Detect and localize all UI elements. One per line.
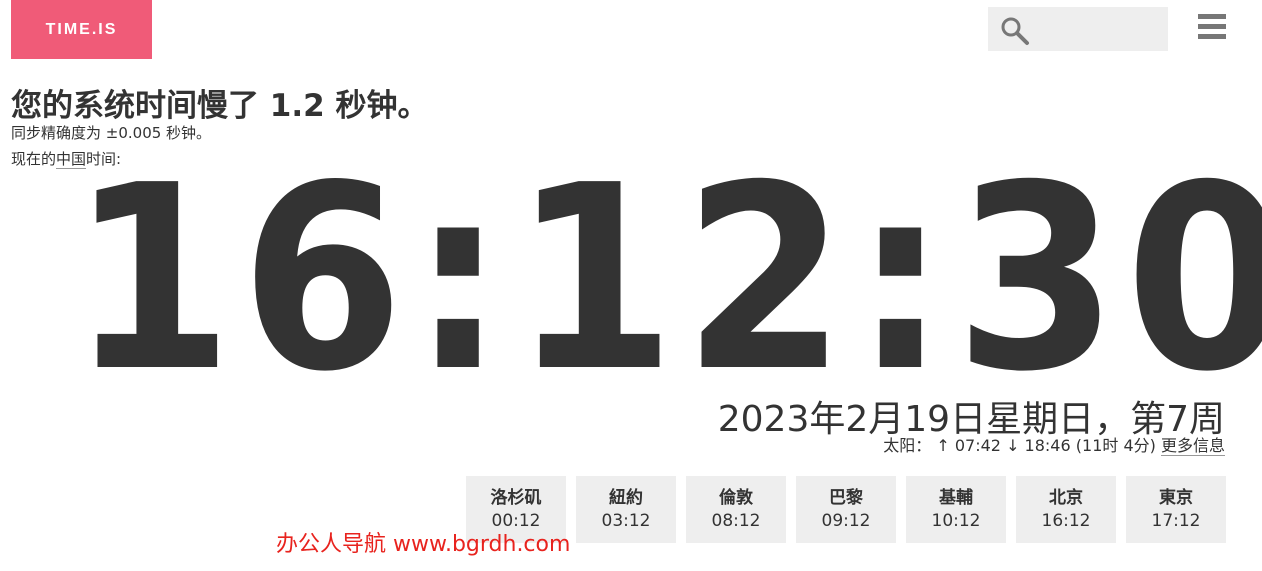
city-tile[interactable]: 紐約 03:12 <box>576 476 676 543</box>
time-is-logo[interactable]: TIME.IS <box>11 0 152 59</box>
city-name: 北京 <box>1049 487 1083 508</box>
city-name: 基輔 <box>939 487 973 508</box>
daylight-length: (11时 4分) <box>1075 436 1156 455</box>
city-clocks: 洛杉矶 00:12 紐約 03:12 倫敦 08:12 巴黎 09:12 基輔 … <box>466 476 1226 543</box>
city-time: 10:12 <box>931 510 981 531</box>
city-name: 東京 <box>1159 487 1193 508</box>
city-tile[interactable]: 倫敦 08:12 <box>686 476 786 543</box>
watermark-text: 办公人导航 www.bgrdh.com <box>276 532 571 557</box>
city-tile[interactable]: 北京 16:12 <box>1016 476 1116 543</box>
city-name: 巴黎 <box>829 487 863 508</box>
city-time: 09:12 <box>821 510 871 531</box>
now-prefix: 现在的 <box>11 150 57 168</box>
offset-headline: 您的系统时间慢了 1.2 秒钟。 <box>11 88 429 124</box>
city-time: 03:12 <box>601 510 651 531</box>
search-input[interactable] <box>988 7 1168 51</box>
search-icon <box>1001 17 1029 45</box>
city-time: 17:12 <box>1151 510 1201 531</box>
more-info-link[interactable]: 更多信息 <box>1160 436 1225 456</box>
city-name: 倫敦 <box>719 487 753 508</box>
main-clock: 16:12:30 <box>70 131 1262 428</box>
sun-info: 太阳： ↑ 07:42 ↓ 18:46 (11时 4分) 更多信息 <box>883 432 1225 456</box>
sunset: ↓ 18:46 <box>1006 436 1071 455</box>
city-tile[interactable]: 基輔 10:12 <box>906 476 1006 543</box>
city-name: 紐約 <box>609 487 643 508</box>
sunrise: ↑ 07:42 <box>936 436 1001 455</box>
city-tile[interactable]: 巴黎 09:12 <box>796 476 896 543</box>
city-time: 08:12 <box>711 510 761 531</box>
city-name: 洛杉矶 <box>490 487 542 508</box>
hamburger-menu-icon[interactable] <box>1198 14 1226 42</box>
city-tile[interactable]: 東京 17:12 <box>1126 476 1226 543</box>
sun-label: 太阳： <box>883 436 932 455</box>
city-time: 16:12 <box>1041 510 1091 531</box>
